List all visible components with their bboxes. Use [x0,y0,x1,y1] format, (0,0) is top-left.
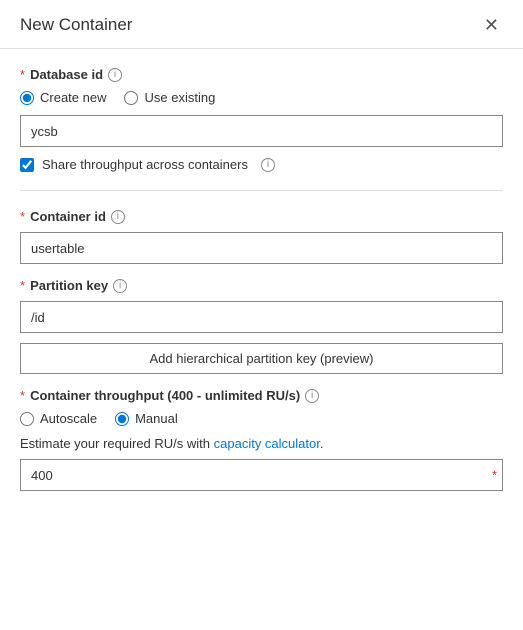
partition-key-label: * Partition key i [20,278,503,293]
manual-radio[interactable] [115,412,129,426]
autoscale-radio[interactable] [20,412,34,426]
container-id-section: * Container id i [20,209,503,264]
create-new-radio-option[interactable]: Create new [20,90,106,105]
database-id-required-star: * [20,67,25,82]
use-existing-radio[interactable] [124,91,138,105]
manual-radio-option[interactable]: Manual [115,411,178,426]
create-new-label: Create new [40,90,106,105]
manual-label: Manual [135,411,178,426]
database-id-input[interactable] [20,115,503,147]
container-id-input[interactable] [20,232,503,264]
container-id-label: * Container id i [20,209,503,224]
create-new-radio[interactable] [20,91,34,105]
throughput-label-text: Container throughput (400 - unlimited RU… [30,388,300,403]
partition-key-section: * Partition key i Add hierarchical parti… [20,278,503,374]
estimate-suffix: . [320,436,324,451]
throughput-required-star: * [20,388,25,403]
dialog-title: New Container [20,15,132,35]
database-id-info-icon[interactable]: i [108,68,122,82]
throughput-info-icon[interactable]: i [305,389,319,403]
throughput-radio-group: Autoscale Manual [20,411,503,426]
share-throughput-label: Share throughput across containers [42,157,248,172]
share-throughput-info-icon[interactable]: i [261,158,275,172]
share-throughput-row: Share throughput across containers i [20,157,503,172]
add-partition-key-button[interactable]: Add hierarchical partition key (preview) [20,343,503,374]
database-id-label: * Database id i [20,67,503,82]
partition-key-required-star: * [20,278,25,293]
close-button[interactable]: ✕ [480,14,503,36]
new-container-dialog: New Container ✕ * Database id i Create n… [0,0,523,630]
database-id-section: * Database id i Create new Use existing … [20,67,503,172]
partition-key-info-icon[interactable]: i [113,279,127,293]
dialog-body: * Database id i Create new Use existing … [0,49,523,525]
partition-key-label-text: Partition key [30,278,108,293]
partition-key-input[interactable] [20,301,503,333]
database-id-label-text: Database id [30,67,103,82]
container-id-required-star: * [20,209,25,224]
use-existing-radio-option[interactable]: Use existing [124,90,215,105]
autoscale-radio-option[interactable]: Autoscale [20,411,97,426]
estimate-row: Estimate your required RU/s with capacit… [20,436,503,451]
dialog-header: New Container ✕ [0,0,523,49]
container-id-label-text: Container id [30,209,106,224]
use-existing-label: Use existing [144,90,215,105]
estimate-text: Estimate your required RU/s with [20,436,214,451]
throughput-input[interactable] [20,459,503,491]
container-id-info-icon[interactable]: i [111,210,125,224]
throughput-input-star: * [492,468,497,483]
autoscale-label: Autoscale [40,411,97,426]
capacity-calculator-link[interactable]: capacity calculator [214,436,320,451]
section-divider [20,190,503,191]
throughput-input-wrapper: * [20,459,503,491]
share-throughput-checkbox[interactable] [20,158,34,172]
throughput-label: * Container throughput (400 - unlimited … [20,388,503,403]
database-type-radio-group: Create new Use existing [20,90,503,105]
throughput-section: * Container throughput (400 - unlimited … [20,388,503,491]
